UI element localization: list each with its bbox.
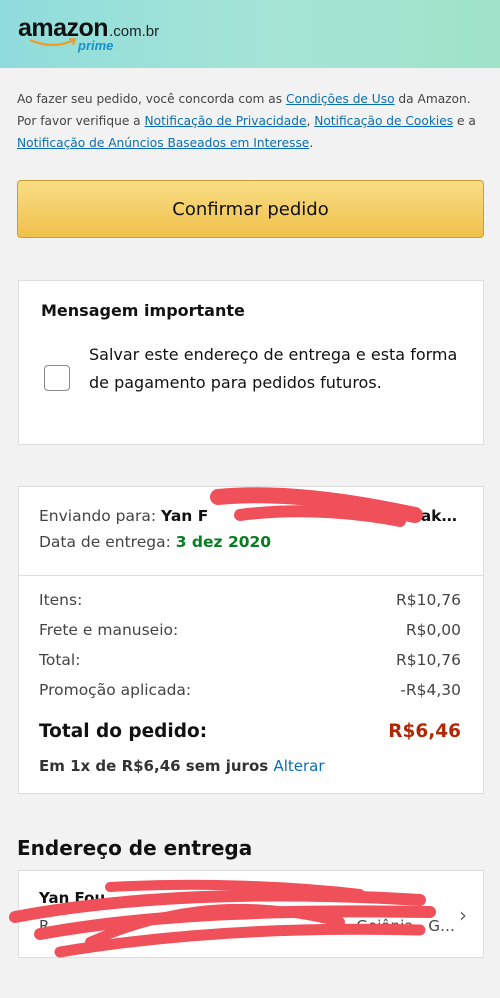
interest-ads-link[interactable]: Notificação de Anúncios Baseados em Inte… xyxy=(17,136,309,150)
shipping-label: Frete e manuseio: xyxy=(39,621,179,639)
items-value: R$10,76 xyxy=(395,591,461,609)
shipping-value: R$0,00 xyxy=(405,621,461,639)
order-summary-card: Enviando para: Yan F Nak… Data de entreg… xyxy=(18,486,484,794)
legal-notice: Ao fazer seu pedido, você concorda com a… xyxy=(17,88,487,154)
total-label: Total: xyxy=(39,651,81,669)
ship-name: Yan F xyxy=(161,507,209,525)
address-section-title: Endereço de entrega xyxy=(17,836,253,860)
order-total-label: Total do pedido: xyxy=(39,721,208,742)
privacy-notice-link[interactable]: Notificação de Privacidade xyxy=(145,114,307,128)
summary-divider xyxy=(19,575,483,576)
shipping-row: Frete e manuseio: R$0,00 xyxy=(39,621,461,639)
cookies-notice-link[interactable]: Notificação de Cookies xyxy=(314,114,453,128)
items-row: Itens: R$10,76 xyxy=(39,591,461,609)
ship-name-end: Nak… xyxy=(407,507,457,525)
address-line-start: R xyxy=(39,917,50,935)
total-value: R$10,76 xyxy=(395,651,461,669)
legal-text: e a xyxy=(453,114,476,128)
promo-value: -R$4,30 xyxy=(400,681,461,699)
installment-info: Em 1x de R$6,46 sem juros Alterar xyxy=(39,757,325,775)
delivery-date-row: Data de entrega: 3 dez 2020 xyxy=(39,533,461,551)
date-label: Data de entrega: xyxy=(39,533,171,551)
change-payment-link[interactable]: Alterar xyxy=(273,757,324,775)
delivery-address-card[interactable]: Yan Fou R , Goiânia - G… › xyxy=(18,870,484,958)
amazon-logo[interactable]: amazon.com.br prime xyxy=(18,14,160,53)
address-name: Yan Fou xyxy=(39,889,106,907)
checkbox-label[interactable]: Salvar este endereço de entrega e esta f… xyxy=(89,341,469,397)
legal-text: . xyxy=(309,136,314,150)
confirm-order-button[interactable]: Confirmar pedido xyxy=(17,180,484,238)
logo-prime: prime xyxy=(78,38,114,53)
total-row: Total: R$10,76 xyxy=(39,651,461,669)
promo-label: Promoção aplicada: xyxy=(39,681,192,699)
promotion-row: Promoção aplicada: -R$4,30 xyxy=(39,681,461,699)
important-message-card: Mensagem importante Salvar este endereço… xyxy=(18,280,484,445)
address-line-end: , Goiânia - G… xyxy=(346,917,455,935)
save-address-checkbox[interactable] xyxy=(44,365,70,391)
smile-arrow-icon xyxy=(29,38,77,47)
chevron-right-icon: › xyxy=(459,903,467,927)
installment-text: Em 1x de R$6,46 sem juros xyxy=(39,757,269,775)
order-total-row: Total do pedido: R$6,46 xyxy=(39,721,461,742)
legal-text: Ao fazer seu pedido, você concorda com a… xyxy=(17,92,286,106)
terms-of-use-link[interactable]: Condições de Uso xyxy=(286,92,395,106)
message-title: Mensagem importante xyxy=(41,301,245,320)
header-bar: amazon.com.br prime xyxy=(0,0,500,68)
ship-label: Enviando para: xyxy=(39,507,157,525)
items-label: Itens: xyxy=(39,591,83,609)
order-total-value: R$6,46 xyxy=(388,721,461,742)
logo-domain: .com.br xyxy=(109,23,160,40)
delivery-date: 3 dez 2020 xyxy=(175,533,272,551)
shipping-to-row: Enviando para: Yan F Nak… xyxy=(39,507,461,525)
